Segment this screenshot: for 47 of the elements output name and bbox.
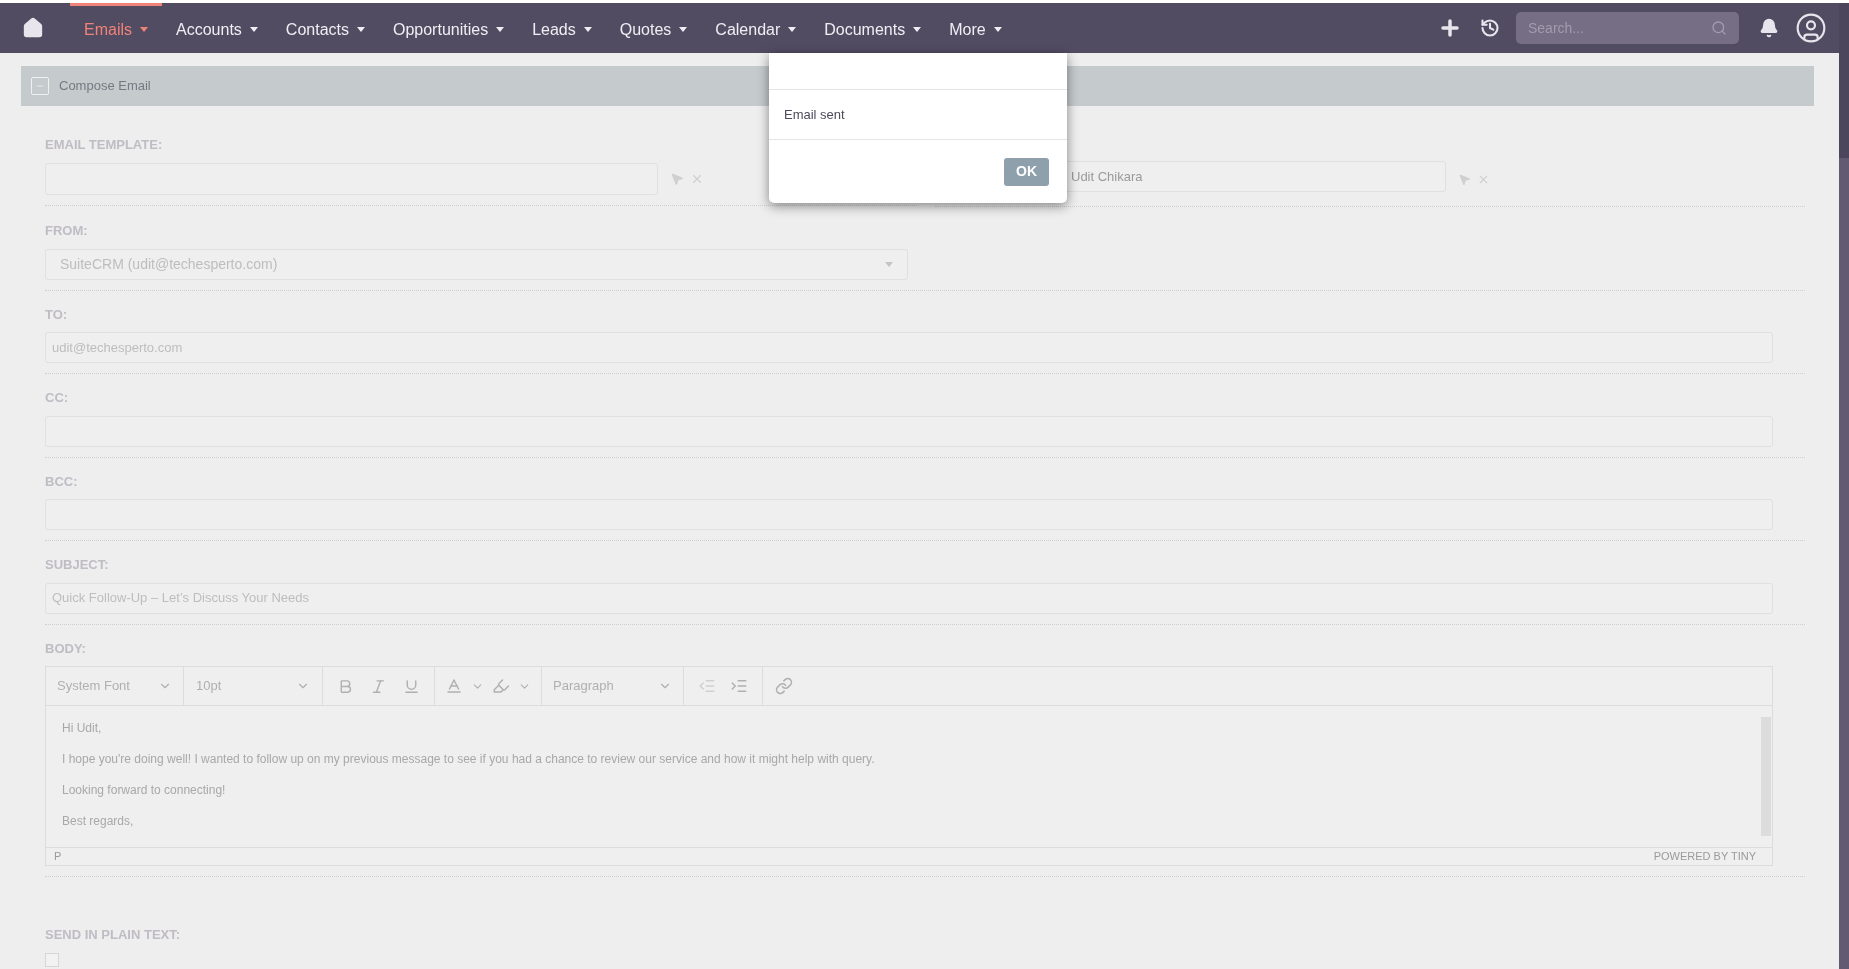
- history-icon[interactable]: [1480, 18, 1500, 38]
- dialog-message: Email sent: [784, 105, 845, 124]
- caret-icon: [140, 27, 148, 32]
- collapse-icon[interactable]: [31, 77, 49, 95]
- clear-icon[interactable]: [1477, 173, 1490, 186]
- nav-tab[interactable]: Calendar: [701, 3, 811, 53]
- underline-icon[interactable]: [403, 677, 420, 695]
- pointer-icon[interactable]: [1458, 173, 1471, 186]
- nav-tab[interactable]: Quotes: [605, 3, 702, 53]
- body-paragraph: Best regards,: [62, 813, 135, 830]
- italic-icon[interactable]: [370, 677, 387, 695]
- caret-icon: [249, 27, 258, 32]
- outdent-icon[interactable]: [698, 677, 716, 695]
- font-family-select[interactable]: System Font: [46, 667, 184, 705]
- home-icon[interactable]: [22, 17, 44, 39]
- element-path: P: [54, 849, 62, 865]
- text-color-icon[interactable]: [445, 677, 463, 695]
- caret-icon: [356, 27, 365, 32]
- caret-icon: [913, 27, 922, 32]
- caret-icon: [885, 261, 893, 267]
- nav-tab[interactable]: Opportunities: [378, 3, 519, 53]
- bell-icon[interactable]: [1759, 18, 1779, 38]
- nav-tab[interactable]: Accounts: [162, 3, 272, 53]
- caret-icon: [679, 27, 688, 32]
- caret-icon: [993, 27, 1002, 32]
- plus-icon[interactable]: [1438, 16, 1462, 40]
- link-icon[interactable]: [775, 677, 793, 695]
- plain-text-checkbox[interactable]: [45, 952, 59, 967]
- body-paragraph: Hi Udit,: [62, 720, 103, 737]
- branding-text: POWERED BY TINY: [1653, 849, 1756, 865]
- caret-icon: [496, 27, 505, 32]
- pointer-icon[interactable]: [670, 171, 684, 186]
- user-avatar-icon[interactable]: [1795, 12, 1827, 44]
- caret-icon: [788, 27, 797, 32]
- nav-tab[interactable]: Leads: [518, 3, 606, 53]
- font-size-select[interactable]: 10pt: [184, 667, 323, 705]
- search-icon: [1711, 20, 1727, 36]
- ok-button[interactable]: OK: [1004, 157, 1049, 186]
- block-format-select[interactable]: Paragraph: [542, 667, 684, 705]
- body-paragraph: Looking forward to connecting!: [62, 782, 227, 799]
- panel-title: Compose Email: [59, 77, 151, 96]
- nav-tab[interactable]: Documents: [810, 3, 936, 53]
- nav-tab[interactable]: More: [935, 3, 1016, 53]
- indent-icon[interactable]: [730, 677, 748, 695]
- highlighter-icon[interactable]: [492, 677, 510, 695]
- caret-icon: [583, 27, 592, 32]
- nav-tab[interactable]: Contacts: [271, 3, 379, 53]
